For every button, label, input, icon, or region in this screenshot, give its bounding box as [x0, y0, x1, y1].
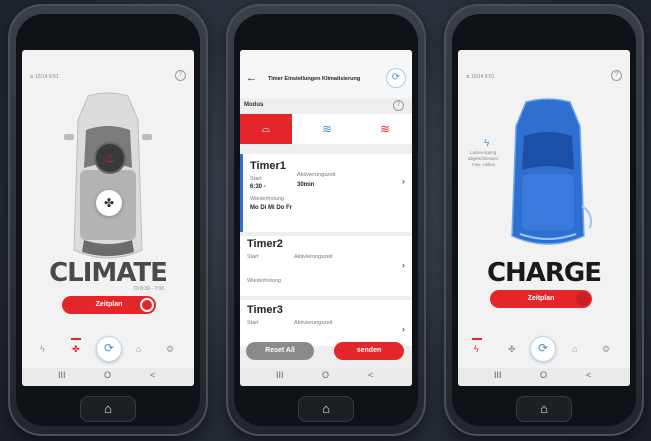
home-key[interactable]: ⌂: [516, 396, 572, 422]
heat-wave-icon: ≋: [379, 122, 391, 136]
timer-title: Timer2: [247, 238, 283, 250]
system-nav: III O <: [240, 368, 412, 386]
activation-value: 30min: [297, 182, 315, 188]
chevron-right-icon[interactable]: ›: [402, 260, 405, 270]
start-label: Start: [250, 176, 262, 182]
charge-note-1: Ladevorgang: [470, 150, 497, 155]
reset-all-button[interactable]: Reset All: [246, 342, 314, 360]
back-soft-button[interactable]: <: [586, 370, 591, 380]
header-title: Timer Einstellungen Klimatisierung: [268, 76, 361, 82]
mode-air-tab[interactable]: ≋: [302, 114, 352, 144]
info-icon[interactable]: ?: [175, 70, 186, 81]
gear-icon[interactable]: ⚙: [166, 344, 174, 355]
send-button[interactable]: senden: [334, 342, 404, 360]
active-tab-marker: [472, 338, 482, 340]
info-icon[interactable]: ?: [393, 100, 404, 111]
recents-button[interactable]: III: [276, 370, 284, 380]
gear-icon[interactable]: ⚙: [602, 344, 610, 355]
timer-title: Timer3: [247, 304, 283, 316]
home-soft-button[interactable]: O: [322, 370, 329, 380]
home-key[interactable]: ⌂: [298, 396, 354, 422]
bottom-nav: ϟ ✤ ⟳ ⌂ ⚙: [458, 336, 630, 366]
start-label: Start: [247, 320, 259, 326]
defrost-button[interactable]: ♨: [94, 142, 126, 174]
fan-icon[interactable]: ✤: [508, 344, 516, 355]
timer-card-2[interactable]: Timer2 Start Aktivierungszeit Wiederholu…: [240, 236, 412, 296]
air-flow-icon: ≋: [321, 122, 333, 136]
system-nav: III O <: [458, 368, 630, 386]
charge-note-3: max. Akkus: [472, 162, 496, 167]
active-tab-marker: [71, 338, 81, 340]
start-label: Start: [247, 254, 259, 260]
mode-tabs: ⌓ ≋ ≋: [240, 114, 412, 144]
mode-label: Modus: [244, 102, 264, 108]
system-nav: III O <: [22, 368, 194, 386]
fan-button[interactable]: ✤: [96, 190, 122, 216]
activation-label: Aktivierungszeit: [294, 320, 333, 326]
phone-climate: ⧖ 10/14 9:51 ? ♨ ✤ CLIMATE Di 6:30 - 7:0…: [8, 4, 208, 436]
windshield-heat-icon: ♨: [104, 151, 116, 165]
phone-timer: ← Timer Einstellungen Klimatisierung ⟳ M…: [226, 4, 426, 436]
timer-title: Timer1: [250, 160, 286, 172]
status-bar: ⧖ 10/14 9:51: [30, 74, 59, 80]
timer-card-3[interactable]: Timer3 Start Aktivierungszeit ›: [240, 300, 412, 346]
bottom-nav: ϟ ✤ ⟳ ⌂ ⚙: [22, 336, 194, 366]
repeat-label: Wiederholung: [250, 196, 284, 202]
timer-screen: ← Timer Einstellungen Klimatisierung ⟳ M…: [240, 50, 412, 386]
car-icon[interactable]: ⌂: [572, 344, 577, 354]
climate-screen: ⧖ 10/14 9:51 ? ♨ ✤ CLIMATE Di 6:30 - 7:0…: [22, 50, 194, 386]
mode-heat-tab[interactable]: ≋: [358, 114, 412, 144]
bolt-icon[interactable]: ϟ: [40, 344, 45, 354]
fan-tab-icon[interactable]: ✤: [72, 344, 80, 355]
climate-title: CLIMATE: [49, 258, 168, 288]
repeat-label: Wiederholung: [247, 278, 281, 284]
recents-button[interactable]: III: [494, 370, 502, 380]
charge-title: CHARGE: [486, 258, 602, 288]
charge-note-2: abgeschlossen: [468, 156, 499, 161]
sync-button[interactable]: ⟳: [530, 336, 556, 362]
recents-button[interactable]: III: [58, 370, 66, 380]
activation-label: Aktivierungszeit: [297, 172, 336, 178]
car-icon[interactable]: ⌂: [136, 344, 141, 354]
chevron-right-icon[interactable]: ›: [402, 324, 405, 334]
header-bar: ← Timer Einstellungen Klimatisierung ⟳: [240, 50, 412, 98]
chevron-right-icon[interactable]: ›: [402, 176, 405, 186]
refresh-button[interactable]: ⟳: [386, 68, 406, 88]
timer-card-1[interactable]: Timer1 Start 6:30 - Aktivierungszeit 30m…: [240, 154, 412, 232]
schedule-toggle[interactable]: [140, 298, 154, 312]
back-soft-button[interactable]: <: [368, 370, 373, 380]
status-bar: ⧖ 10/14 9:51: [466, 74, 495, 80]
back-arrow-icon[interactable]: ←: [246, 72, 257, 84]
activation-label: Aktivierungszeit: [294, 254, 333, 260]
home-soft-button[interactable]: O: [540, 370, 547, 380]
car-blue-image: [511, 98, 592, 245]
info-icon[interactable]: ?: [611, 70, 622, 81]
car-top-view-image: [64, 92, 152, 259]
home-key[interactable]: ⌂: [80, 396, 136, 422]
home-soft-button[interactable]: O: [104, 370, 111, 380]
sync-button[interactable]: ⟳: [96, 336, 122, 362]
mode-windshield-tab[interactable]: ⌓: [240, 114, 292, 144]
charge-screen: ⧖ 10/14 9:51 ? ϟ Ladevorgang abgeschloss…: [458, 50, 630, 386]
fan-icon: ✤: [103, 196, 115, 210]
back-soft-button[interactable]: <: [150, 370, 155, 380]
bolt-tab-icon[interactable]: ϟ: [474, 344, 479, 354]
phone-charge: ⧖ 10/14 9:51 ? ϟ Ladevorgang abgeschloss…: [444, 4, 644, 436]
plug-icon: ϟ: [484, 138, 490, 149]
repeat-value: Mo Di Mi Do Fr: [250, 205, 292, 211]
schedule-toggle[interactable]: [576, 292, 590, 306]
windshield-heat-icon: ⌓: [261, 123, 271, 135]
schedule-subtitle: Di 6:30 - 7:00: [133, 286, 164, 292]
start-value: 6:30 -: [250, 184, 266, 190]
